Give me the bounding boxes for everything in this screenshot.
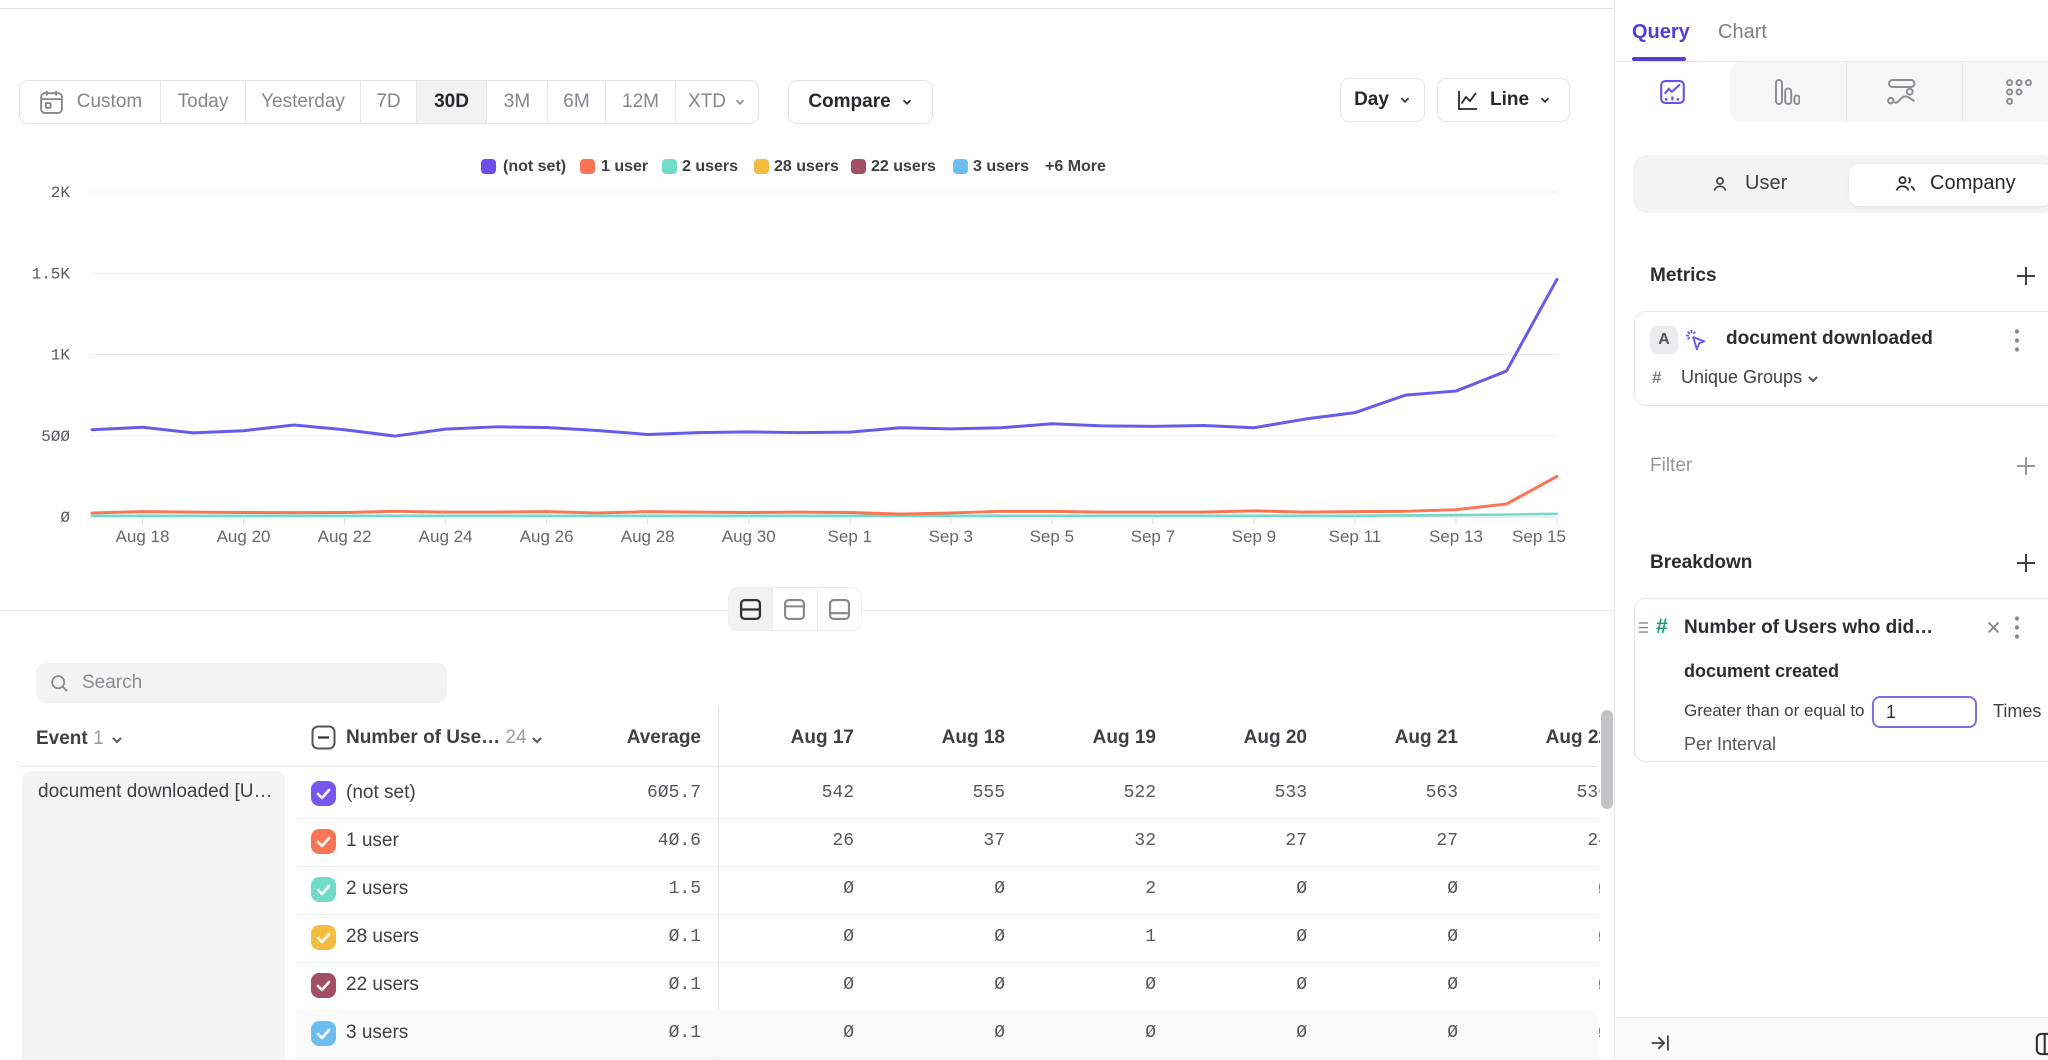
svg-text:Sep 13: Sep 13 [1429, 527, 1483, 546]
svg-text:Sep 7: Sep 7 [1131, 527, 1175, 546]
svg-text:Aug 30: Aug 30 [722, 527, 776, 546]
svg-text:Sep 15: Sep 15 [1512, 527, 1566, 546]
svg-text:1K: 1K [51, 347, 71, 365]
svg-text:Aug 22: Aug 22 [318, 527, 372, 546]
svg-text:Sep 9: Sep 9 [1232, 527, 1276, 546]
svg-text:Ø: Ø [60, 509, 70, 527]
svg-text:2K: 2K [51, 184, 71, 202]
svg-text:Aug 26: Aug 26 [520, 527, 574, 546]
svg-text:Sep 5: Sep 5 [1030, 527, 1074, 546]
svg-text:5ØØ: 5ØØ [41, 428, 70, 446]
svg-text:1.5K: 1.5K [32, 265, 71, 283]
svg-text:Aug 24: Aug 24 [419, 527, 473, 546]
svg-text:Sep 11: Sep 11 [1329, 527, 1382, 546]
svg-text:Sep 1: Sep 1 [828, 527, 872, 546]
svg-text:Sep 3: Sep 3 [929, 527, 973, 546]
svg-text:Aug 28: Aug 28 [621, 527, 675, 546]
svg-text:Aug 20: Aug 20 [217, 527, 271, 546]
svg-text:Aug 18: Aug 18 [116, 527, 170, 546]
